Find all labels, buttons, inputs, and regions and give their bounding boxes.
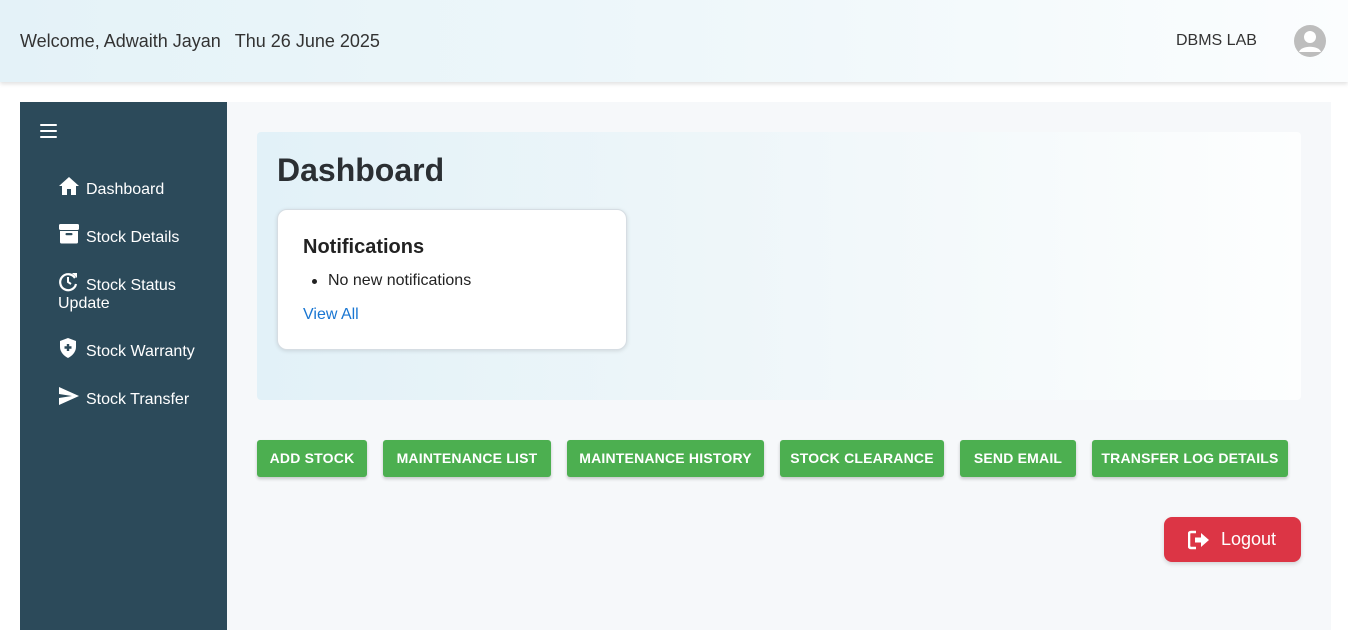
stock-clearance-button[interactable]: STOCK CLEARANCE bbox=[780, 440, 944, 477]
welcome-text: Welcome, Adwaith Jayan Thu 26 June 2025 bbox=[20, 31, 380, 52]
transfer-log-details-button[interactable]: TRANSFER LOG DETAILS bbox=[1092, 440, 1288, 477]
notifications-card: Notifications No new notifications View … bbox=[277, 209, 627, 350]
sidebar-item-label: Stock Warranty bbox=[86, 343, 195, 360]
archive-box-icon bbox=[58, 224, 80, 244]
add-stock-button[interactable]: ADD STOCK bbox=[257, 440, 367, 477]
notifications-list: No new notifications bbox=[303, 272, 471, 290]
list-item: No new notifications bbox=[303, 272, 471, 290]
sidebar-item-stock-status-update[interactable]: Stock Status Update bbox=[58, 272, 218, 313]
notifications-title: Notifications bbox=[303, 236, 425, 258]
send-icon bbox=[58, 386, 80, 406]
home-icon bbox=[58, 176, 80, 196]
shield-plus-icon bbox=[58, 338, 80, 358]
sidebar-item-label: Stock Details bbox=[86, 229, 180, 246]
logout-icon bbox=[1187, 530, 1210, 550]
top-header: Welcome, Adwaith Jayan Thu 26 June 2025 D… bbox=[0, 0, 1348, 82]
account-circle-icon[interactable] bbox=[1294, 25, 1326, 57]
dashboard-panel: Dashboard Notifications No new notificat… bbox=[257, 132, 1301, 400]
sidebar-item-stock-transfer[interactable]: Stock Transfer bbox=[58, 386, 218, 409]
sidebar-item-label: Stock Transfer bbox=[86, 391, 190, 408]
hamburger-icon[interactable] bbox=[40, 124, 58, 140]
page-title: Dashboard bbox=[277, 152, 445, 188]
maintenance-history-button[interactable]: MAINTENANCE HISTORY bbox=[567, 440, 764, 477]
sidebar: Dashboard Stock Details Stock Status Upd… bbox=[20, 102, 227, 630]
refresh-clock-icon bbox=[58, 272, 80, 292]
lab-name: DBMS LAB bbox=[1176, 32, 1257, 49]
sidebar-item-stock-details[interactable]: Stock Details bbox=[58, 224, 218, 247]
current-date: Thu 26 June 2025 bbox=[234, 31, 380, 51]
view-all-link[interactable]: View All bbox=[303, 306, 359, 324]
sidebar-item-label: Dashboard bbox=[86, 181, 165, 198]
logout-button[interactable]: Logout bbox=[1164, 517, 1301, 562]
send-email-button[interactable]: SEND EMAIL bbox=[960, 440, 1076, 477]
logout-label: Logout bbox=[1221, 529, 1277, 549]
welcome-user: Welcome, Adwaith Jayan bbox=[20, 31, 221, 51]
sidebar-item-stock-warranty[interactable]: Stock Warranty bbox=[58, 338, 218, 361]
sidebar-item-dashboard[interactable]: Dashboard bbox=[58, 176, 218, 199]
maintenance-list-button[interactable]: MAINTENANCE LIST bbox=[383, 440, 551, 477]
